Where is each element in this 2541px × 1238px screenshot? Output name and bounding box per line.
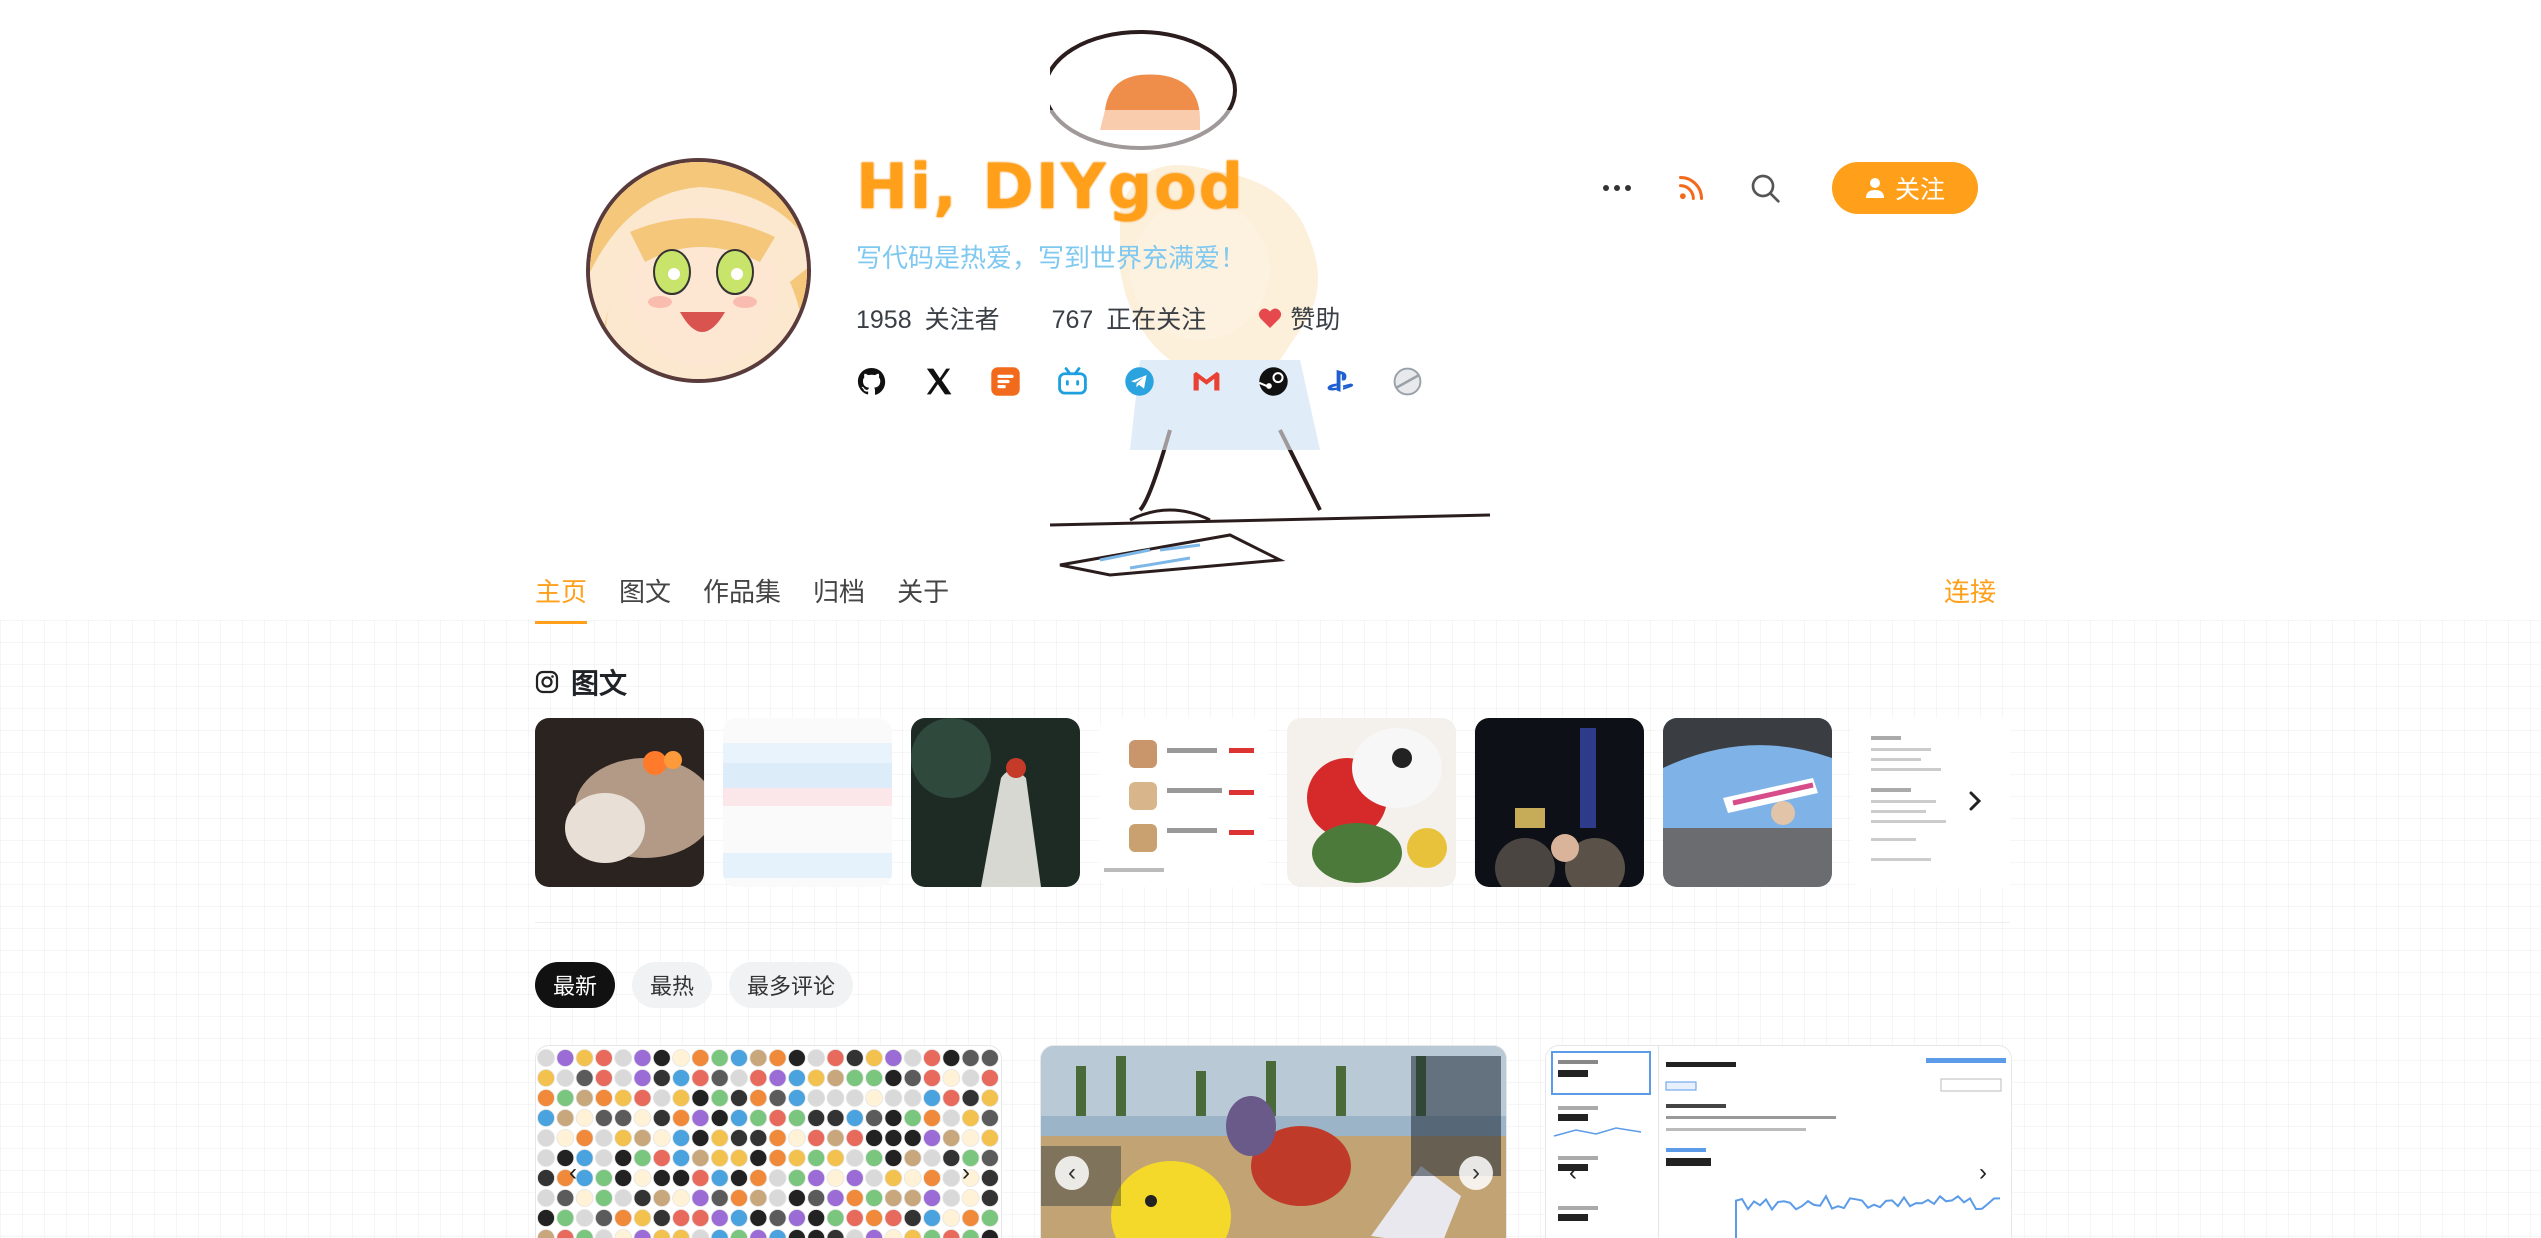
sponsor-label: 赞助	[1290, 306, 1341, 334]
connect-link[interactable]: 连接	[1944, 572, 1996, 609]
gallery-item[interactable]	[911, 718, 1080, 887]
steam-icon[interactable]	[1258, 366, 1289, 397]
card-next-button[interactable]: ›	[1459, 1156, 1493, 1190]
card-next-button[interactable]: ›	[1966, 1156, 2000, 1190]
follow-label: 关注	[1894, 176, 1945, 204]
more-icon[interactable]	[1600, 171, 1634, 205]
bilibili-icon[interactable]	[1057, 366, 1088, 397]
following-link[interactable]: 767 正在关注	[1052, 300, 1207, 336]
tab-archive[interactable]: 归档	[813, 572, 865, 624]
post-card[interactable]: ‹ ›	[1040, 1045, 1507, 1238]
chevron-right-icon	[1969, 791, 1982, 811]
gmail-icon[interactable]	[1191, 366, 1222, 397]
page: Hi, DIYgod 写代码是热爱，写到世界充满爱！ 1958 关注者 767 …	[0, 0, 2541, 1238]
instagram-icon	[535, 670, 559, 694]
card-prev-button[interactable]: ‹	[1556, 1156, 1590, 1190]
gallery-heading: 图文	[535, 662, 627, 702]
header-actions: 关注	[1600, 162, 1978, 214]
github-icon[interactable]	[856, 366, 887, 397]
post-card-image	[1546, 1046, 2011, 1238]
profile-tabs: 主页 图文 作品集 归档 关于	[535, 572, 949, 624]
divider	[535, 922, 2010, 923]
social-links	[856, 366, 1423, 397]
playstation-icon[interactable]	[1325, 366, 1356, 397]
tab-portfolio[interactable]: 作品集	[703, 572, 781, 624]
avatar[interactable]	[586, 158, 811, 383]
filter-most-comments[interactable]: 最多评论	[729, 962, 854, 1008]
post-card-image	[1041, 1046, 1506, 1238]
page-title: Hi, DIYgod	[856, 150, 1246, 223]
gallery-item[interactable]	[1663, 718, 1832, 887]
gallery-item[interactable]	[723, 718, 892, 887]
post-card[interactable]: ‹ ›	[535, 1045, 1002, 1238]
post-cards: ‹ › ‹ › ‹ ›	[535, 1045, 2012, 1238]
card-prev-button[interactable]: ‹	[556, 1156, 590, 1190]
card-next-button[interactable]: ›	[949, 1156, 983, 1190]
tab-posts[interactable]: 图文	[619, 572, 671, 624]
followers-label: 关注者	[924, 306, 1000, 334]
gallery-strip	[535, 718, 2010, 888]
followers-link[interactable]: 1958 关注者	[856, 300, 1000, 336]
user-icon	[1865, 178, 1884, 198]
gallery-item[interactable]	[1099, 718, 1268, 887]
planet-icon[interactable]	[1392, 366, 1423, 397]
search-icon[interactable]	[1748, 171, 1782, 205]
card-prev-button[interactable]: ‹	[1055, 1156, 1089, 1190]
filter-latest[interactable]: 最新	[535, 962, 616, 1008]
tab-about[interactable]: 关于	[897, 572, 949, 624]
followers-count: 1958	[856, 306, 912, 334]
follow-button[interactable]: 关注	[1832, 162, 1978, 214]
following-count: 767	[1051, 306, 1094, 334]
bio-text: 写代码是热爱，写到世界充满爱！	[856, 243, 1247, 273]
telegram-icon[interactable]	[1124, 366, 1155, 397]
sort-filters: 最新 最热 最多评论	[535, 962, 854, 1008]
sponsor-button[interactable]: 赞助	[1258, 300, 1340, 336]
profile-stats: 1958 关注者 767 正在关注 赞助	[856, 300, 1340, 336]
gallery-title: 图文	[571, 668, 628, 699]
following-label: 正在关注	[1106, 306, 1207, 334]
xlog-icon[interactable]	[990, 366, 1021, 397]
gallery-item[interactable]	[1287, 718, 1456, 887]
post-card[interactable]: ‹ ›	[1545, 1045, 2012, 1238]
tab-home[interactable]: 主页	[535, 572, 588, 624]
x-icon[interactable]	[923, 366, 954, 397]
filter-hottest[interactable]: 最热	[632, 962, 713, 1008]
gallery-item[interactable]	[535, 718, 704, 887]
gallery-next-button[interactable]	[1960, 786, 1990, 816]
gallery-item[interactable]	[1475, 718, 1644, 887]
heart-icon	[1259, 308, 1282, 328]
rss-icon[interactable]	[1674, 171, 1708, 205]
post-card-image	[537, 1049, 999, 1238]
